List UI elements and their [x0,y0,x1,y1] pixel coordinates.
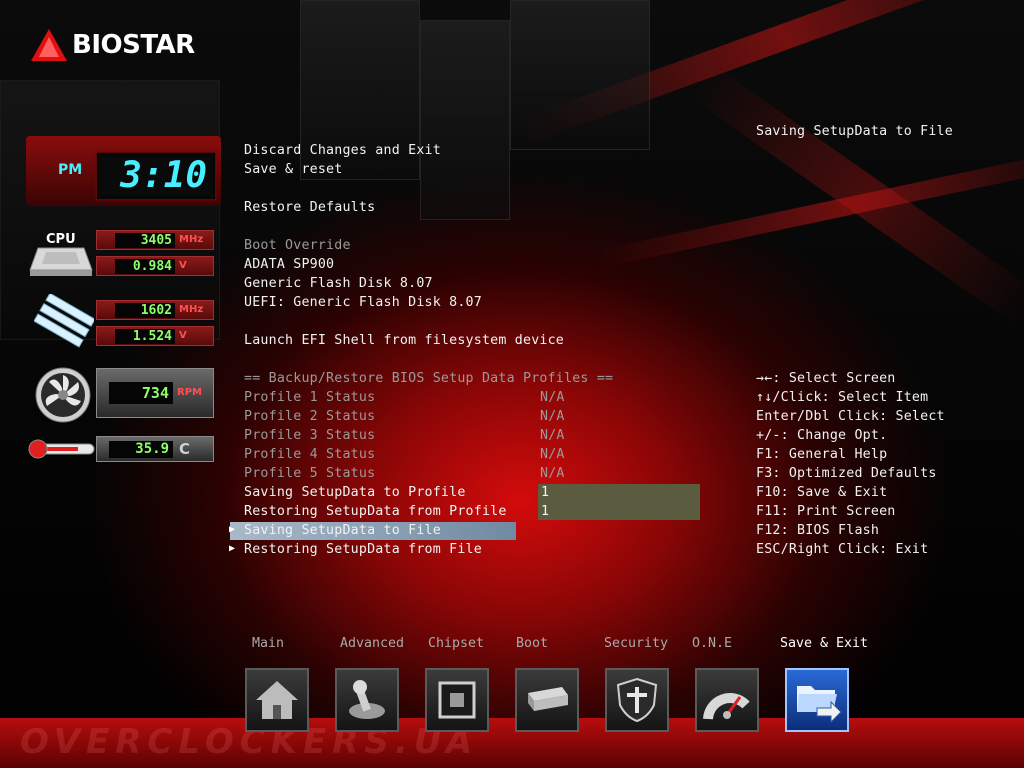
boot-device-item[interactable]: Generic Flash Disk 8.07 [244,274,433,293]
mem-volt-unit: V [179,330,187,341]
tab-save-exit[interactable]: Save & Exit [780,636,868,651]
profile-status-value: N/A [540,447,565,462]
menu-restore-from-profile[interactable]: Restoring SetupData from Profile [244,502,507,521]
save-profile-value[interactable]: 1 [541,483,549,502]
boot-device-item[interactable]: UEFI: Generic Flash Disk 8.07 [244,293,482,312]
nav-chipset-button[interactable] [425,668,489,732]
fan-rpm-value: 734 [109,382,173,404]
background-streak [688,63,1024,326]
profile-status-label: Profile 4 Status [244,447,376,462]
clock-time: 3:10 [96,152,216,200]
biostar-logo-icon [31,29,67,61]
submenu-arrow-icon: ▶ [229,543,236,554]
profile-status-label: Profile 5 Status [244,466,376,481]
menu-restore-from-file[interactable]: Restoring SetupData from File [244,540,482,559]
tab-advanced[interactable]: Advanced [340,636,404,651]
profile-status-value: N/A [540,390,565,405]
joystick-icon [349,680,385,719]
cpu-chip-icon [29,247,93,276]
key-help-item: Enter/Dbl Click: Select [756,409,945,424]
profile-status-label: Profile 2 Status [244,409,376,424]
cpu-freq-unit: MHz [179,234,204,245]
nav-security-button[interactable] [605,668,669,732]
profile-status-value: N/A [540,428,565,443]
fan-icon [35,367,91,423]
folder-exit-icon [797,686,842,724]
profile-status-value: N/A [540,409,565,424]
nav-save-exit-button[interactable] [785,668,849,732]
mem-freq-display: 1602 MHz [96,300,214,320]
thermometer-icon [28,439,95,459]
help-title: Saving SetupData to File [756,124,953,139]
key-help-item: F3: Optimized Defaults [756,466,937,481]
menu-discard-exit[interactable]: Discard Changes and Exit [244,141,441,160]
tab-chipset[interactable]: Chipset [428,636,484,651]
tab-boot[interactable]: Boot [516,636,548,651]
temp-display: 35.9 C [96,436,214,462]
clock-ampm: PM [58,162,83,178]
key-help-item: +/-: Change Opt. [756,428,888,443]
restore-profile-value-box[interactable] [538,502,700,520]
nav-boot-button[interactable] [515,668,579,732]
gauge-icon [703,693,750,720]
profile-status-label: Profile 3 Status [244,428,376,443]
fan-display: 734 RPM [96,368,214,418]
drive-icon [528,687,568,711]
save-profile-value-box[interactable] [538,484,700,502]
biostar-logo: BIOSTAR [30,28,195,62]
tab-one[interactable]: O.N.E [692,636,732,651]
tab-main[interactable]: Main [252,636,284,651]
home-icon [256,681,298,719]
cpu-label: CPU [46,232,76,247]
cpu-volt-unit: V [179,260,187,271]
nav-one-button[interactable] [695,668,759,732]
boot-override-header: Boot Override [244,238,351,253]
menu-save-to-profile[interactable]: Saving SetupData to Profile [244,483,466,502]
clock-panel: PM 3:10 [26,136,221,206]
submenu-arrow-icon: ▶ [229,524,236,535]
key-help-item: →←: Select Screen [756,371,896,386]
background-building [510,0,650,150]
logo-text: BIOSTAR [72,30,195,60]
mem-freq-value: 1602 [115,303,175,318]
tab-security[interactable]: Security [604,636,668,651]
key-help-item: F10: Save & Exit [756,485,888,500]
profile-status-value: N/A [540,466,565,481]
cpu-freq-value: 3405 [115,233,175,248]
cpu-volt-value: 0.984 [115,259,175,274]
temp-value: 35.9 [109,441,173,458]
key-help-item: ESC/Right Click: Exit [756,542,929,557]
key-help-item: F1: General Help [756,447,888,462]
cpu-freq-display: 3405 MHz [96,230,214,250]
mem-freq-unit: MHz [179,304,204,315]
menu-efi-shell[interactable]: Launch EFI Shell from filesystem device [244,331,564,350]
temp-unit: C [179,440,191,458]
key-help-item: F12: BIOS Flash [756,523,880,538]
nav-main-button[interactable] [245,668,309,732]
menu-save-reset[interactable]: Save & reset [244,160,342,179]
nav-advanced-button[interactable] [335,668,399,732]
shield-icon [616,677,658,723]
key-help-item: ↑↓/Click: Select Item [756,390,929,405]
boot-device-item[interactable]: ADATA SP900 [244,255,334,274]
memory-icon [34,294,94,348]
fan-rpm-unit: RPM [177,387,202,398]
mem-volt-value: 1.524 [115,329,175,344]
profiles-header: == Backup/Restore BIOS Setup Data Profil… [244,371,614,386]
background-building [420,20,510,220]
restore-profile-value[interactable]: 1 [541,502,549,521]
mem-volt-display: 1.524 V [96,326,214,346]
key-help-item: F11: Print Screen [756,504,896,519]
menu-restore-defaults[interactable]: Restore Defaults [244,198,375,217]
chip-icon [438,681,476,719]
cpu-volt-display: 0.984 V [96,256,214,276]
profile-status-label: Profile 1 Status [244,390,376,405]
menu-save-to-file[interactable]: Saving SetupData to File [244,521,441,540]
